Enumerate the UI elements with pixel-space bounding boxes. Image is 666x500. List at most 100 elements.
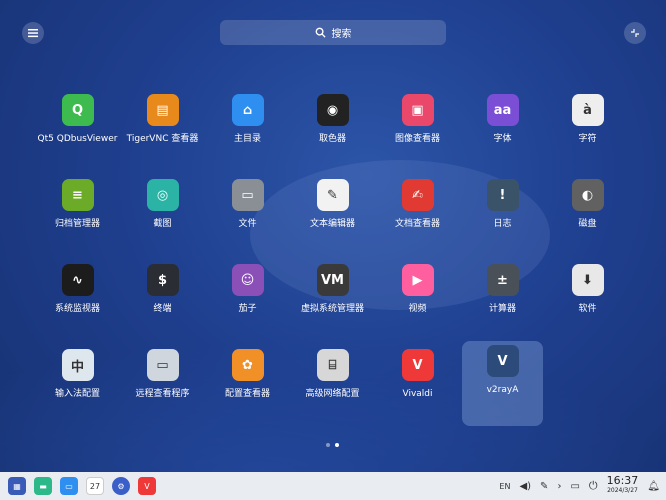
app-tile[interactable]: ! 日志 [460,175,545,260]
clock-date: 2024/3/27 [607,487,638,494]
app-tile[interactable]: à 字符 [545,90,630,175]
exit-fullscreen-button[interactable] [624,22,646,44]
clock[interactable]: 16:37 2024/3/27 [606,474,639,496]
app-tile[interactable]: ☺ 茄子 [205,260,290,345]
app-label: 茄子 [238,304,257,314]
app-tile[interactable]: 中输入法配置 [35,345,120,430]
app-tile[interactable]: ∿ 系统监视器 [35,260,120,345]
app-tile[interactable]: $ 终端 [120,260,205,345]
app-tile[interactable]: Q Qt5 QDbusViewer [35,90,120,175]
files-taskbar-icon[interactable]: ▭ [60,477,78,495]
vivaldi-icon: V [401,349,434,381]
app-tile[interactable]: ▭ 远程查看程序 [120,345,205,430]
app-label: 软件 [578,304,597,314]
calculator-icon: ± [486,264,519,296]
home-folder-icon: ⌂ [231,94,264,126]
app-label: 输入法配置 [54,389,100,399]
archive-manager-icon: ≡ [61,179,94,211]
app-tile[interactable]: ± 计算器 [460,260,545,345]
category-view-button[interactable] [22,22,44,44]
system-monitor-icon: ∿ [61,264,94,296]
page-dot[interactable] [326,443,330,447]
app-tile[interactable]: V Vivaldi [375,345,460,430]
app-label: TigerVNC 查看器 [126,134,199,144]
config-viewer-icon: ✿ [231,349,264,381]
app-label: Vivaldi [402,389,433,399]
app-tile[interactable]: ⌂ 主目录 [205,90,290,175]
app-label: 视频 [408,304,427,314]
calendar-icon[interactable]: 27 [86,477,104,495]
app-label: 虚拟系统管理器 [300,304,364,314]
app-label: 磁盘 [578,219,597,229]
app-tile[interactable]: ⬇ 软件 [545,260,630,345]
settings-icon[interactable]: ⚙ [112,477,130,495]
notification-bell-icon[interactable]: 🔔︎ [647,481,660,492]
app-label: 文本编辑器 [309,219,355,229]
virt-manager-icon: VM [316,264,349,296]
keyboard-icon[interactable]: ▭ [570,481,579,492]
taskbar: ▦ ▬ ▭ 27 ⚙ V EN ◀) ✎ › ▭ ⏻ 16:37 2024/3/… [0,472,666,500]
app-tile[interactable]: ≡ 归档管理器 [35,175,120,260]
launcher-icon[interactable]: ▦ [8,477,26,495]
app-tile[interactable]: ✍ 文档查看器 [375,175,460,260]
screenshot-icon: ◎ [146,179,179,211]
search-icon [315,27,326,38]
clock-time: 16:37 [606,474,639,487]
page-dot-active[interactable] [335,443,339,447]
vivaldi-taskbar-icon[interactable]: V [138,477,156,495]
terminal-icon: $ [146,264,179,296]
app-tile[interactable]: ✎ 文本编辑器 [290,175,375,260]
chevron-right-icon[interactable]: › [557,481,561,492]
tigervnc-icon: ▤ [146,94,179,126]
app-tile[interactable]: aa 字体 [460,90,545,175]
pen-icon[interactable]: ✎ [540,481,548,492]
network-config-icon: ⌸ [316,349,349,381]
app-tile[interactable]: ◉ 取色器 [290,90,375,175]
disks-icon: ◐ [571,179,604,211]
search-box[interactable]: 搜索 [220,20,446,45]
app-label: 归档管理器 [54,219,100,229]
app-grid: Q Qt5 QDbusViewer ▤ TigerVNC 查看器 ⌂ 主目录 ◉ 取色器 ▣ 图像… [35,90,635,430]
app-label: 计算器 [488,304,516,314]
app-label: v2rayA [486,385,519,395]
qt-icon: Q [61,94,94,126]
app-label: 字体 [493,134,512,144]
app-label: 图像查看器 [394,134,440,144]
keyboard-layout-label[interactable]: EN [499,482,510,491]
app-tile[interactable]: ▤ TigerVNC 查看器 [120,90,205,175]
input-method-icon: 中 [61,349,94,381]
app-tile[interactable]: ▣ 图像查看器 [375,90,460,175]
app-label: 文件 [238,219,257,229]
volume-icon[interactable]: ◀) [519,481,531,492]
logs-icon: ! [486,179,519,211]
desktop-icon[interactable]: ▬ [34,477,52,495]
app-tile[interactable]: VM 虚拟系统管理器 [290,260,375,345]
app-label: 配置查看器 [224,389,270,399]
software-icon: ⬇ [571,264,604,296]
page-indicator [326,443,339,447]
app-tile[interactable]: ▭ 文件 [205,175,290,260]
app-tile[interactable]: ⌸ 高级网络配置 [290,345,375,430]
cheese-icon: ☺ [231,264,264,296]
text-editor-icon: ✎ [316,179,349,211]
collapse-icon [631,29,639,37]
document-viewer-icon: ✍ [401,179,434,211]
search-label: 搜索 [331,29,352,40]
font-icon: aa [486,94,519,126]
calendar-day: 27 [89,481,101,491]
remote-viewer-icon: ▭ [146,349,179,381]
app-label: 文档查看器 [394,219,440,229]
system-tray: EN ◀) ✎ › ▭ ⏻ 16:37 2024/3/27 🔔︎ [499,472,660,500]
app-label: 字符 [578,134,597,144]
character-map-icon: à [571,94,604,126]
app-tile[interactable]: ◐ 磁盘 [545,175,630,260]
app-tile[interactable]: ◎ 截图 [120,175,205,260]
app-label: Qt5 QDbusViewer [37,134,118,144]
app-tile[interactable]: ✿ 配置查看器 [205,345,290,430]
app-label: 系统监视器 [54,304,100,314]
app-label: 高级网络配置 [305,389,360,399]
app-tile[interactable]: ▶ 视频 [375,260,460,345]
image-viewer-icon: ▣ [401,94,434,126]
power-icon[interactable]: ⏻ [589,479,598,493]
app-tile[interactable]: Vv2rayA [462,341,543,426]
